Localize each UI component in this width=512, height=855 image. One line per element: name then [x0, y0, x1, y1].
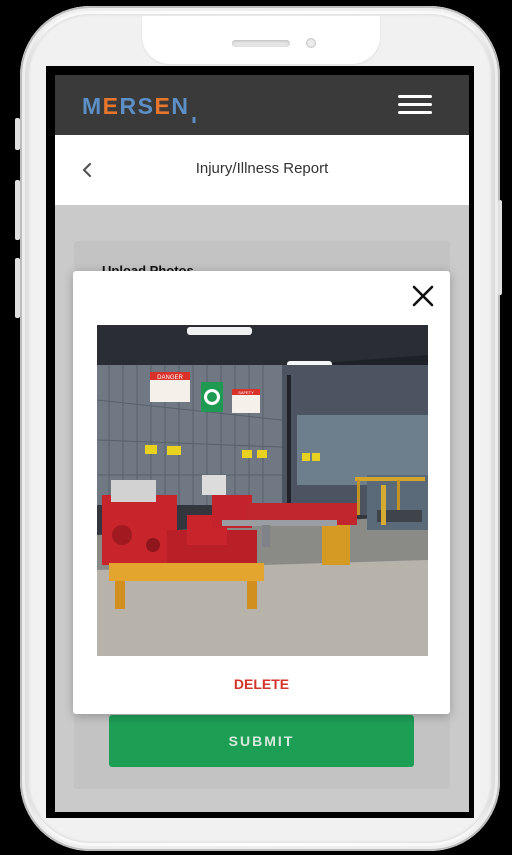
phone-notch: [142, 16, 380, 64]
photo-sign-danger: DANGER: [157, 375, 183, 381]
power-button: [498, 200, 502, 295]
close-icon[interactable]: [412, 285, 434, 307]
volume-up-button: [15, 180, 20, 240]
volume-down-button: [15, 258, 20, 318]
speaker-grille: [232, 40, 290, 47]
mute-switch: [15, 118, 20, 150]
uploaded-photo: DANGER SAFETY: [97, 325, 428, 656]
phone-screen: MERSEN Injury/Illness Report Upload Phot…: [46, 66, 474, 818]
photo-sign-safety: SAFETY: [238, 390, 254, 395]
delete-photo-button[interactable]: DELETE: [73, 676, 450, 692]
photo-preview-modal: DANGER SAFETY DELETE: [73, 271, 450, 714]
app-content: MERSEN Injury/Illness Report Upload Phot…: [55, 75, 469, 812]
front-camera: [306, 38, 316, 48]
